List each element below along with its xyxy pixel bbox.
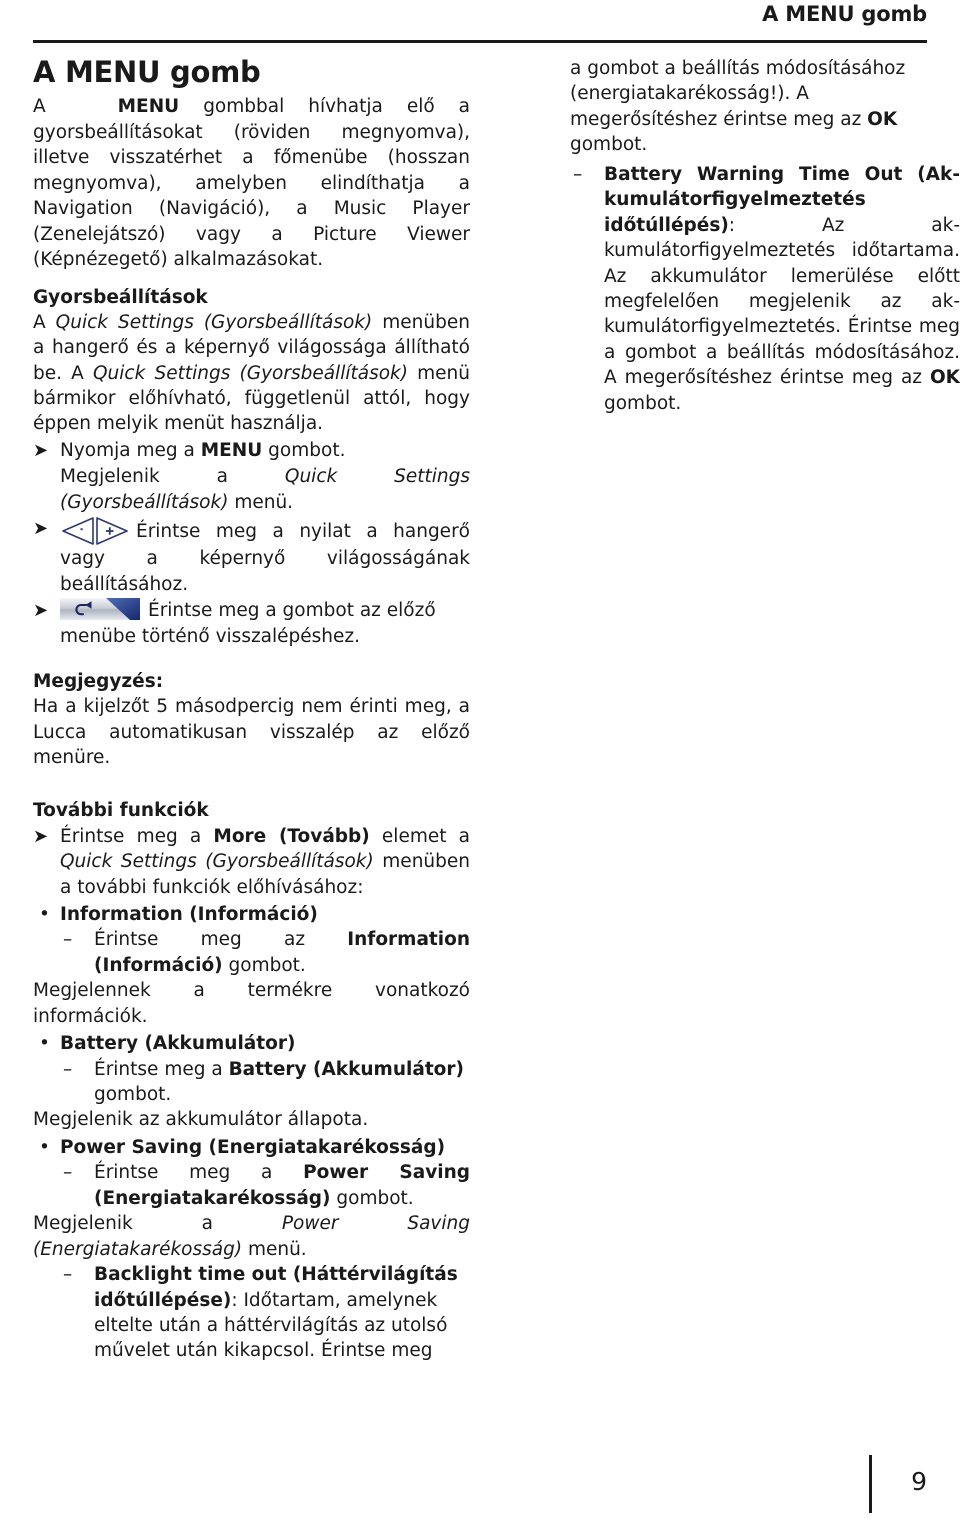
item-sub-bold: Battery (Akkumulátor) [228,1058,464,1080]
right-column: a gombot a beállítás módosításához (ener… [570,56,960,416]
item-title-text: Information (Információ) [60,903,318,925]
item-sub-a: Érintse meg az [94,929,348,951]
dash-bullet-icon: – [63,929,73,951]
result-ps-a: Megjelenik a [33,1213,282,1235]
step-back-button: ➤ Érintse meg a gombot az előző menübe t… [33,598,470,649]
item-sub-b: gombot. [94,1084,172,1106]
sub-step-battery-warning-timeout-text: Battery Warning Time Out (Ak­kumulátorfi… [604,162,960,416]
step1-a: Nyomja meg a [60,439,201,461]
sub-step-power-saving-text: Érintse meg a Power Saving (Energiatakar… [94,1160,470,1211]
step1-menu-bold: MENU [200,439,263,461]
sub-step-power-saving: – Érintse meg a Power Saving (Energiatak… [60,1160,470,1211]
backlight-continuation: a gombot a beállítás módosításához (ener… [570,56,960,158]
step-press-menu-text: Nyomja meg a MENU gombot. [60,438,470,463]
qs-p1-italic-2: Quick Settings (Gyorsbeállítások) [93,362,408,384]
step1-b: gombot. [262,439,346,461]
volume-arrows-icon[interactable] [60,516,130,546]
list-item-battery-title: Battery (Akkumulátor) [60,1031,470,1056]
qs-p1-a: A [33,311,56,333]
step-back-button-text: Érintse meg a gombot az előző menübe tör… [60,598,470,649]
page-footer: 9 [807,1455,927,1513]
arrow-bullet-icon: ➤ [33,518,49,540]
list-item-information: • Information (Információ) – Érintse meg… [33,902,470,1029]
step1-res-a: Megjelenik a [60,466,285,488]
step-press-menu: ➤ Nyomja meg a MENU gombot. [33,438,470,463]
step-volume-arrows: ➤ Érintse meg a nyilat a hangerő vagy a … [33,516,470,597]
quick-settings-paragraph: A Quick Settings (Gyorsbeállítások) menü… [33,310,470,437]
more-b: elemet a [369,825,470,847]
battery-warning-ok: OK [929,367,960,389]
step-more-functions-text: Érintse meg a More (Tovább) elemet a Qui… [60,824,470,900]
dash-bullet-icon: – [63,1162,73,1184]
intro-paragraph: A MENU gombbal hívhatja elő a gyorsbeáll… [33,94,470,272]
battery-warning-rest-a: : Az ak­kumulátorfigyelmeztetés időtarta… [604,214,960,389]
intro-rest: gombbal hívhatja elő a gyorsbeállításoka… [33,96,470,271]
item-sub-a: Érintse meg a [94,1058,229,1080]
arrow-bullet-icon: ➤ [33,600,49,622]
left-column: A MENU gomb A MENU gombbal hívhatja elő … [33,56,470,1364]
sub-step-battery-text: Érintse meg a Battery (Akkumulátor) gomb… [94,1057,470,1108]
arrow-bullet-icon: ➤ [33,439,49,461]
note-heading: Megjegyzés: [33,670,164,692]
list-item-power-saving: • Power Saving (Energiatakarékosság) – É… [33,1135,470,1364]
step-volume-arrows-text: Érintse meg a nyilat a hangerő vagy a ké… [60,516,470,597]
list-item-power-saving-title: Power Saving (Energiatakarékosság) [60,1135,470,1160]
bullet-dot-icon: • [39,1136,50,1158]
item-sub-b: gombot. [330,1187,414,1209]
page-number: 9 [911,1467,927,1496]
section-title-quick-settings: Gyorsbeállítások [33,286,208,308]
dash-bullet-icon: – [63,1058,73,1080]
backlight-cont-b: gombot. [570,134,648,156]
result-power-saving: Megjelenik a Power Saving (Energiatakaré… [33,1211,470,1262]
bullet-dot-icon: • [39,903,50,925]
sub-step-battery-warning-timeout: – Battery Warning Time Out (Ak­kumulátor… [570,162,960,416]
step1-res-b: menü. [228,491,294,513]
sub-step-backlight-timeout-text: Backlight time out (Háttérvilágítás időt… [94,1262,470,1364]
more-italic: Quick Settings (Gyorsbeállítások) [60,851,374,873]
result-information: Megjelennek a termékre vonatkozó informá… [33,980,470,1027]
section-title-more-functions: További funkciók [33,800,209,822]
dash-bullet-icon: – [63,1264,73,1286]
item-sub-a: Érintse meg a [94,1162,304,1184]
running-header-title: A MENU gomb [762,2,927,26]
sub-step-backlight-timeout: – Backlight time out (Háttérvilágítás id… [60,1262,470,1364]
backlight-cont-ok: OK [867,108,898,130]
sub-step-information-text: Érintse meg az Information (Információ) … [94,927,470,978]
result-battery: Megjelenik az akkumulátor állapota. [33,1109,369,1131]
item-title-text: Power Saving (Energiatakarékosság) [60,1136,446,1158]
dash-bullet-icon: – [573,163,583,185]
item-sub-b: gombot. [222,954,306,976]
running-header: A MENU gomb [33,0,927,46]
more-a: Érintse meg a [60,825,214,847]
intro-lead: A [33,96,46,118]
qs-p1-italic-1: Quick Settings (Gyorsbeállítások) [55,311,373,333]
arrow-bullet-icon: ➤ [33,825,49,847]
step-press-menu-result-text: Megjelenik a Quick Settings (Gyorsbeállí… [60,464,470,515]
note-body: Ha a kijelzőt 5 másodpercig nem érinti m… [33,696,470,769]
header-rule [33,40,927,43]
item-title-text: Battery (Akkumulátor) [60,1033,296,1055]
step-more-functions: ➤ Érintse meg a More (Tovább) elemet a Q… [33,824,470,900]
back-button-icon[interactable] [60,598,140,621]
sub-step-information: – Érintse meg az Information (Információ… [60,927,470,978]
intro-menu-bold: MENU [117,96,180,118]
page-title: A MENU gomb [33,55,261,89]
step-press-menu-result: Megjelenik a Quick Settings (Gyorsbeállí… [33,464,470,515]
battery-warning-rest-b: gombot. [604,392,682,414]
list-item-battery: • Battery (Akkumulátor) – Érintse meg a … [33,1031,470,1133]
list-item-information-title: Information (Információ) [60,902,470,927]
backlight-cont-a: a gombot a beállítás módosításához (ener… [570,58,906,130]
result-ps-b: menü. [242,1238,307,1260]
footer-rule [869,1455,872,1513]
more-bold: More (Tovább) [213,825,370,847]
sub-step-battery: – Érintse meg a Battery (Akkumulátor) go… [60,1057,470,1108]
bullet-dot-icon: • [39,1033,50,1055]
